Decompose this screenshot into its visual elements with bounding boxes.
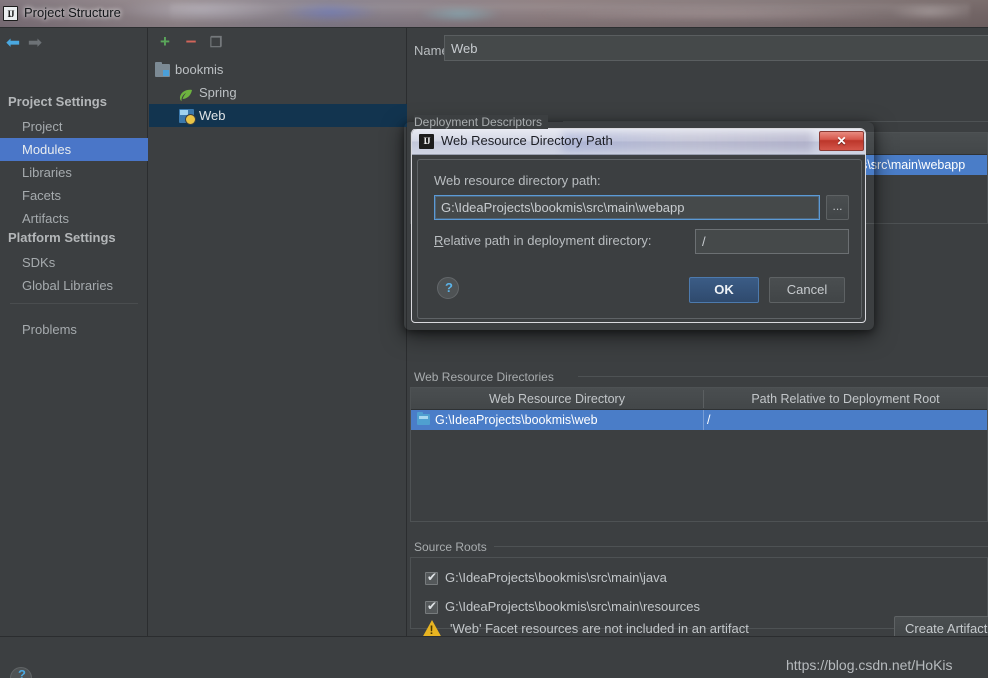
os-title-bar: IJ Project Structure [0,0,988,28]
relative-path-label: Relative path in deployment directory: [434,233,652,248]
module-icon [155,62,170,77]
app-root: IJ Project Structure ⬅ ➡ Project Setting… [0,0,988,678]
source-roots-rule [494,546,988,547]
sidebar-group-header: Platform Settings [8,230,116,245]
module-tree-row-label: Web [199,108,226,123]
source-root-checkbox[interactable] [425,599,438,614]
browse-button[interactable]: ... [826,195,849,220]
cell-divider [703,410,704,430]
relative-path-label-rest: elative path in deployment directory: [443,233,652,248]
watermark-text: https://blog.csdn.net/HoKis [786,657,953,673]
sidebar-group-header: Project Settings [8,94,107,109]
module-tree-row-spring[interactable]: Spring [149,81,407,104]
arrow-right-icon[interactable]: ➡ [26,34,44,51]
titlebar-blur-strip [170,4,970,24]
source-root-label: G:\IdeaProjects\bookmis\src\main\java [445,570,667,585]
column-header-path-relative[interactable]: Path Relative to Deployment Root [704,388,987,410]
dialog-content: Web resource directory path: G:\IdeaProj… [417,159,862,319]
sidebar-item-artifacts[interactable]: Artifacts [0,207,148,230]
deployment-descriptor-path-cell: s\src\main\webapp [861,158,966,172]
copy-module-icon[interactable]: ❐ [207,33,225,51]
facet-settings-panel: Name: Web Deployment Descriptors Type Pa… [408,28,988,642]
artifact-warning-text: 'Web' Facet resources are not included i… [450,621,749,636]
close-icon[interactable]: ✕ [819,131,864,151]
sidebar-item-project[interactable]: Project [0,115,148,138]
sidebar-item-problems[interactable]: Problems [0,318,148,341]
footer-bar: https://blog.csdn.net/HoKis [0,636,988,678]
arrow-left-icon[interactable]: ⬅ [4,34,22,51]
help-circle-icon[interactable] [10,667,32,678]
web-resource-directory-cell: G:\IdeaProjects\bookmis\web [435,413,598,427]
relative-path-label-mnemonic: R [434,233,444,248]
web-resource-directories-table: Web Resource Directory Path Relative to … [410,387,988,522]
sidebar-nav-bar: ⬅ ➡ [0,28,148,58]
sidebar-item-libraries[interactable]: Libraries [0,161,148,184]
web-resource-directory-path-label: Web resource directory path: [434,173,601,188]
intellij-logo-icon: IJ [419,134,434,149]
intellij-logo-icon: IJ [3,6,18,21]
sidebar-item-global-libraries[interactable]: Global Libraries [0,274,148,297]
add-module-icon[interactable]: + [156,33,174,51]
source-roots-title: Source Roots [414,540,493,554]
module-tree-row-web[interactable]: Web [149,104,407,127]
web-resource-directory-path-input[interactable]: G:\IdeaProjects\bookmis\src\main\webapp [434,195,820,220]
dialog-title: Web Resource Directory Path [441,133,613,148]
web-resource-directories-rule [578,376,988,377]
ok-button[interactable]: OK [689,277,759,303]
relative-path-cell: / [707,413,711,427]
module-tree-row-bookmis[interactable]: ▼bookmis [149,58,407,81]
column-header-web-resource-directory[interactable]: Web Resource Directory [411,388,703,410]
sidebar-item-modules[interactable]: Modules [0,138,148,161]
module-tree-row-label: bookmis [175,62,224,77]
table-row[interactable]: G:\IdeaProjects\bookmis\web / [411,410,987,430]
remove-module-icon[interactable]: – [182,32,200,51]
window-title: Project Structure [24,5,121,20]
web-resource-directories-title: Web Resource Directories [414,370,560,384]
help-circle-icon[interactable] [437,277,459,299]
module-tree-panel: + – ❐ ▼bookmis Spring Web [149,28,407,636]
sidebar-item-sdks[interactable]: SDKs [0,251,148,274]
dialog-title-bar[interactable]: IJ Web Resource Directory Path ✕ [412,129,865,155]
web-resource-directories-header: Web Resource Directory Path Relative to … [411,388,987,410]
cancel-button[interactable]: Cancel [769,277,845,303]
module-tree-toolbar: + – ❐ [149,28,407,56]
source-root-checkbox[interactable] [425,570,438,585]
name-input[interactable]: Web [444,35,988,61]
web-facet-icon [179,109,196,125]
settings-sidebar: ⬅ ➡ Project Settings Platform Settings Pr… [0,28,148,636]
folder-icon [417,412,430,425]
sidebar-divider [10,303,138,304]
module-tree-row-label: Spring [199,85,237,100]
deployment-descriptors-title: Deployment Descriptors [414,115,549,129]
web-resource-directory-path-dialog: IJ Web Resource Directory Path ✕ Web res… [411,128,866,323]
spring-leaf-icon [179,86,195,102]
relative-path-input[interactable]: / [695,229,849,254]
sidebar-item-facets[interactable]: Facets [0,184,148,207]
source-root-label: G:\IdeaProjects\bookmis\src\main\resourc… [445,599,701,614]
